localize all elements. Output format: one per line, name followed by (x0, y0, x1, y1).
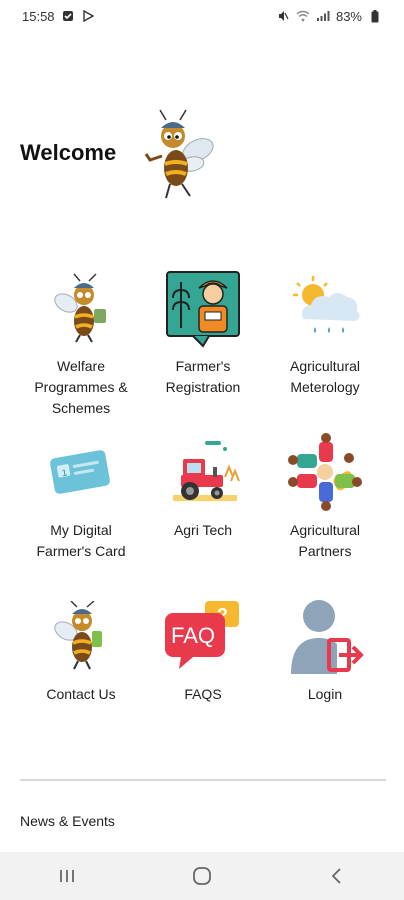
feature-grid: Welfare Programmes & Schemes Farmer's Re… (20, 266, 386, 744)
status-right: 83% (276, 9, 382, 24)
tile-contact-us[interactable]: Contact Us (20, 594, 142, 744)
tile-label: Agricultural Meterology (289, 358, 361, 395)
tile-farmer-registration[interactable]: Farmer's Registration (142, 266, 264, 430)
battery-percent: 83% (335, 8, 362, 24)
tractor-icon (161, 430, 245, 514)
tile-label: Contact Us (46, 686, 116, 702)
tile-label: Agricultural Partners (289, 522, 361, 559)
status-time: 15:58 (22, 8, 55, 24)
play-store-icon (81, 9, 95, 23)
partners-icon (283, 430, 367, 514)
section-divider (20, 779, 386, 781)
system-nav-bar (0, 852, 404, 900)
tile-label: Login (307, 686, 343, 702)
recent-apps-button[interactable] (37, 856, 97, 896)
home-button[interactable] (172, 856, 232, 896)
wifi-icon (296, 9, 310, 23)
recent-apps-icon (60, 870, 75, 882)
card-icon: 1 (39, 430, 123, 514)
tile-label: My Digital Farmer's Card (36, 522, 126, 559)
bee-mascot-icon (140, 108, 216, 204)
bee-contact-icon (39, 594, 123, 678)
tile-label: Agri Tech (173, 522, 233, 538)
status-bar: 15:58 83% (0, 0, 404, 32)
tile-agricultural-meterology[interactable]: Agricultural Meterology (264, 266, 386, 430)
tile-agricultural-partners[interactable]: Agricultural Partners (264, 430, 386, 594)
app-screen: 15:58 83% Welcome Welfare Programmes & S… (0, 0, 404, 900)
tile-login[interactable]: Login (264, 594, 386, 744)
battery-icon (368, 9, 382, 23)
farmer-registration-icon (161, 266, 245, 350)
login-icon (283, 594, 367, 678)
back-icon (331, 868, 341, 884)
tile-label: FAQS (184, 686, 222, 702)
page-title: Welcome (20, 140, 117, 165)
svg-text:FAQ: FAQ (171, 623, 215, 648)
status-left: 15:58 (22, 9, 95, 24)
tile-welfare-programmes[interactable]: Welfare Programmes & Schemes (20, 266, 142, 430)
bee-farmer-icon (39, 266, 123, 350)
signal-icon (316, 9, 330, 23)
tile-agri-tech[interactable]: Agri Tech (142, 430, 264, 594)
tile-faqs[interactable]: ? FAQ FAQS (142, 594, 264, 744)
weather-cloud-icon (283, 266, 367, 350)
tile-label: Welfare Programmes & Schemes (34, 358, 128, 416)
tile-label: Farmer's Registration (165, 358, 241, 395)
tile-digital-farmer-card[interactable]: 1 My Digital Farmer's Card (20, 430, 142, 594)
home-icon (193, 867, 211, 885)
mute-icon (276, 9, 290, 23)
notification-check-icon (61, 9, 75, 23)
news-events-heading: News & Events (20, 813, 115, 829)
back-button[interactable] (307, 856, 367, 896)
faq-icon: ? FAQ (161, 594, 245, 678)
